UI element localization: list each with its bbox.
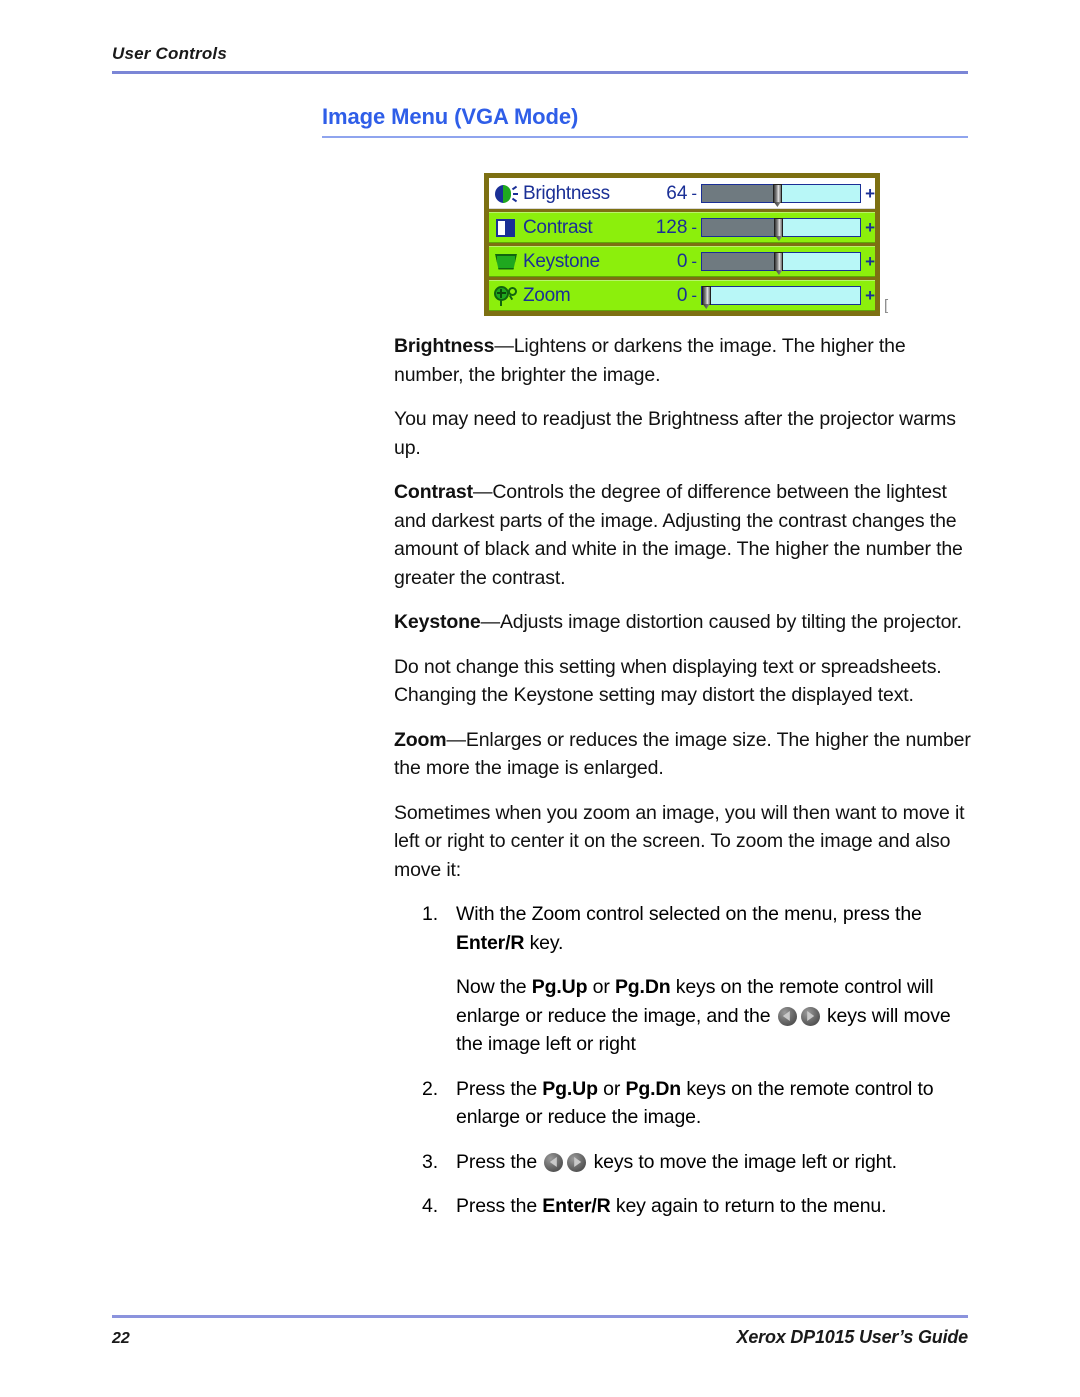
step4-text-b: key again to return to the menu. xyxy=(610,1195,887,1217)
right-arrow-key-icon xyxy=(800,1006,820,1026)
osd-slider-brightness[interactable] xyxy=(701,184,862,203)
guide-title: Xerox DP1015 User’s Guide xyxy=(736,1327,969,1347)
procedure-list: With the Zoom control selected on the me… xyxy=(394,900,972,1221)
osd-value-keystone: 0 xyxy=(676,250,688,272)
step1-text-a: With the Zoom control selected on the me… xyxy=(456,903,922,925)
osd-slider-zoom[interactable] xyxy=(701,286,862,305)
list-item: Press the Enter/R key again to return to… xyxy=(394,1192,972,1221)
osd-label-contrast: Contrast xyxy=(523,216,593,238)
step3-text-b: keys to move the image left or right. xyxy=(588,1150,897,1173)
osd-plus-brightness[interactable]: + xyxy=(861,184,875,204)
footer-divider xyxy=(112,1315,968,1318)
step3-text-a: Press the xyxy=(456,1150,543,1173)
paragraph-keystone-note: Do not change this setting when displayi… xyxy=(394,655,942,707)
heading-divider xyxy=(322,136,968,138)
osd-row-contrast[interactable]: Contrast 128 - + xyxy=(489,212,875,243)
list-item: Press the Pg.Up or Pg.Dn keys on the rem… xyxy=(394,1075,972,1132)
step2-text-b: or xyxy=(597,1077,626,1100)
osd-slider-keystone[interactable] xyxy=(701,252,862,271)
osd-plus-zoom[interactable]: + xyxy=(861,286,875,306)
osd-row-keystone[interactable]: Keystone 0 - + xyxy=(489,246,875,277)
paragraph-brightness-note: You may need to readjust the Brightness … xyxy=(394,408,956,459)
step1-key-pgup: Pg.Up xyxy=(531,976,588,998)
paragraph-zoom-intro: Sometimes when you zoom an image, you wi… xyxy=(394,801,965,881)
osd-plus-keystone[interactable]: + xyxy=(861,252,875,272)
header-divider xyxy=(112,71,968,74)
section-heading: Image Menu (VGA Mode) xyxy=(322,104,968,138)
term-contrast: Contrast xyxy=(394,481,473,503)
text-contrast: —Controls the degree of difference betwe… xyxy=(394,481,963,589)
osd-slider-thumb[interactable] xyxy=(774,252,784,271)
osd-value-zoom: 0 xyxy=(676,284,688,306)
text-keystone: —Adjusts image distortion caused by tilt… xyxy=(480,611,962,633)
page-running-header: User Controls xyxy=(112,44,968,74)
left-arrow-key-icon xyxy=(544,1152,564,1172)
osd-value-brightness: 64 xyxy=(666,182,688,204)
contrast-icon xyxy=(493,216,519,240)
osd-label-keystone: Keystone xyxy=(523,250,600,272)
paragraph-zoom: Zoom—Enlarges or reduces the image size.… xyxy=(394,726,972,783)
list-item: Press the keys to move the image left or… xyxy=(394,1148,972,1177)
osd-label-zoom: Zoom xyxy=(523,284,571,306)
osd-slider-fill xyxy=(702,185,778,202)
paragraph-brightness: Brightness—Lightens or darkens the image… xyxy=(394,332,972,389)
osd-menu-box: Brightness 64 - + Contrast 128 - + Keyst… xyxy=(484,173,880,316)
step2-key-pgup: Pg.Up xyxy=(542,1077,598,1100)
body-copy: Brightness—Lightens or darkens the image… xyxy=(394,332,972,1237)
brightness-icon xyxy=(493,182,519,206)
osd-minus-brightness[interactable]: - xyxy=(689,184,701,204)
step4-key-enter: Enter/R xyxy=(542,1195,611,1217)
left-arrow-key-icon xyxy=(777,1006,797,1026)
osd-slider-fill xyxy=(702,253,780,270)
paragraph-keystone: Keystone—Adjusts image distortion caused… xyxy=(394,608,972,637)
step1-key-pgdn: Pg.Dn xyxy=(614,976,671,998)
term-brightness: Brightness xyxy=(394,335,495,357)
osd-slider-contrast[interactable] xyxy=(701,218,862,237)
osd-minus-zoom[interactable]: - xyxy=(689,286,701,306)
stray-mark: [ xyxy=(884,297,889,314)
step2-text-a: Press the xyxy=(456,1077,543,1100)
osd-row-brightness[interactable]: Brightness 64 - + xyxy=(489,178,875,209)
osd-minus-keystone[interactable]: - xyxy=(689,252,701,272)
step1-sub-text-b: or xyxy=(587,976,615,998)
osd-slider-thumb[interactable] xyxy=(772,184,782,203)
osd-menu-figure: Brightness 64 - + Contrast 128 - + Keyst… xyxy=(484,173,888,316)
osd-minus-contrast[interactable]: - xyxy=(689,218,701,238)
osd-slider-thumb[interactable] xyxy=(701,286,711,305)
page-title: Image Menu (VGA Mode) xyxy=(322,104,579,129)
step1-sub-text-a: Now the xyxy=(456,976,532,998)
osd-value-contrast: 128 xyxy=(655,216,688,238)
step1-key-enter: Enter/R xyxy=(456,931,525,954)
step2-key-pgdn: Pg.Dn xyxy=(625,1077,682,1100)
step1-substep: Now the Pg.Up or Pg.Dn keys on the remot… xyxy=(456,973,972,1059)
right-arrow-key-icon xyxy=(567,1152,587,1172)
term-zoom: Zoom xyxy=(394,728,447,751)
term-keystone: Keystone xyxy=(394,611,481,633)
running-head-text: User Controls xyxy=(112,44,228,63)
page-footer: 22 Xerox DP1015 User’s Guide xyxy=(112,1315,968,1348)
step1-text-b: key. xyxy=(524,931,564,954)
list-item: With the Zoom control selected on the me… xyxy=(394,900,972,1059)
zoom-icon xyxy=(493,284,519,308)
step4-text-a: Press the xyxy=(456,1195,543,1217)
page-number: 22 xyxy=(112,1330,130,1347)
text-zoom: —Enlarges or reduces the image size. The… xyxy=(394,728,971,780)
keystone-icon xyxy=(493,250,519,274)
osd-label-brightness: Brightness xyxy=(523,182,610,204)
osd-row-zoom[interactable]: Zoom 0 - + xyxy=(489,280,875,311)
paragraph-contrast: Contrast—Controls the degree of differen… xyxy=(394,478,972,592)
osd-slider-thumb[interactable] xyxy=(774,218,784,237)
osd-slider-fill xyxy=(702,219,780,236)
osd-plus-contrast[interactable]: + xyxy=(861,218,875,238)
